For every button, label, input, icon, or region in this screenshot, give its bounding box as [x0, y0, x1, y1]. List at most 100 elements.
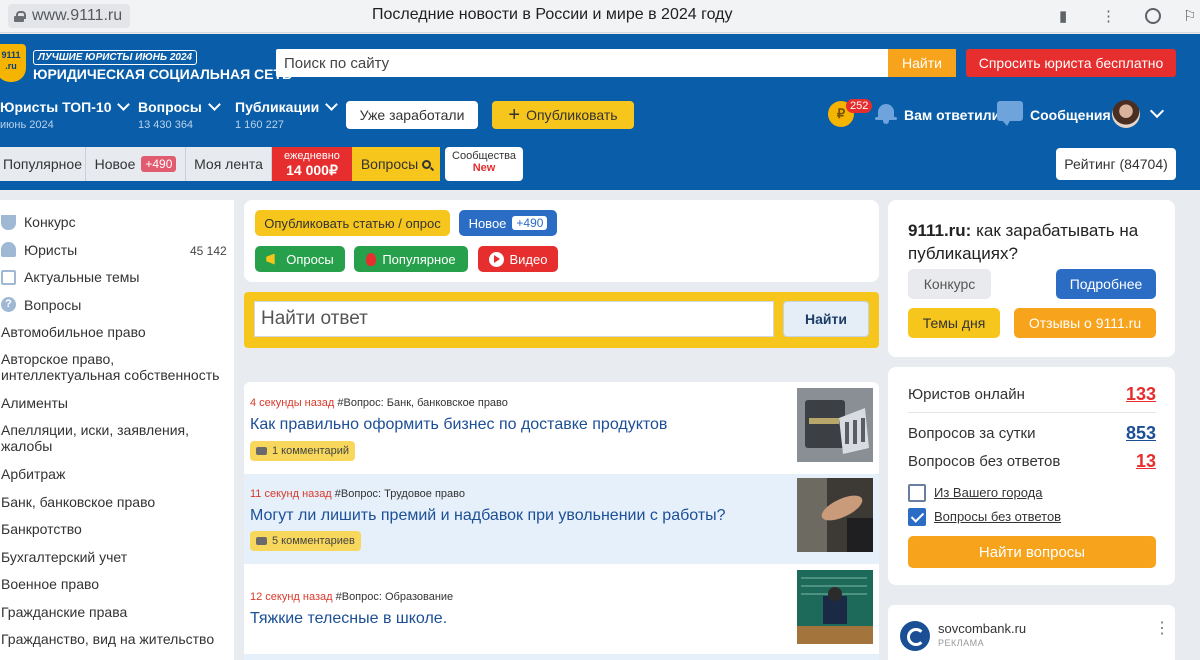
unanswered-checkbox[interactable]	[908, 508, 926, 526]
document-icon	[1, 270, 16, 285]
list-item[interactable]: 4 секунды назад #Вопрос: Банк, банковско…	[244, 382, 879, 472]
item-title[interactable]: Могут ли лишить премий и надбавок при ув…	[250, 507, 726, 525]
play-icon	[488, 251, 504, 267]
nav-lawyers-label: Юристы ТОП-10	[0, 99, 112, 115]
new-chip[interactable]: Новое +490	[459, 210, 557, 236]
messages-link[interactable]: Сообщения	[1030, 107, 1111, 123]
sidebar-item-topics[interactable]: Актуальные темы	[24, 269, 139, 285]
publish-button[interactable]: + Опубликовать	[492, 101, 634, 129]
sidebar-category[interactable]: Авторское право, интеллектуальная собств…	[1, 351, 219, 383]
sidebar-category[interactable]: Бухгалтерский учет	[1, 549, 127, 565]
topics-button[interactable]: Темы дня	[908, 308, 1000, 338]
more-button[interactable]: Подробнее	[1056, 269, 1156, 299]
video-label: Видео	[509, 251, 548, 267]
sidebar-category[interactable]: Арбитраж	[1, 466, 65, 482]
comments-badge[interactable]: 5 комментариев	[250, 531, 361, 551]
message-icon[interactable]	[997, 101, 1023, 126]
menu-dots-icon[interactable]: ⋮	[1101, 7, 1116, 25]
item-tag[interactable]: #Вопрос: Образование	[336, 591, 454, 603]
polls-label: Опросы	[286, 251, 334, 267]
new-chip-badge: +490	[512, 216, 548, 230]
daily-label: ежедневно	[284, 150, 340, 162]
comment-icon	[256, 447, 267, 455]
sidebar-item-contest[interactable]: Конкурс	[24, 214, 76, 230]
tab-communities[interactable]: Сообщества New	[445, 147, 523, 181]
sidebar-item-lawyers[interactable]: Юристы	[24, 242, 77, 258]
answer-search-button[interactable]: Найти	[783, 301, 869, 337]
rating-button[interactable]: Рейтинг (84704)	[1056, 148, 1176, 180]
ad-name[interactable]: sovcombank.ru	[938, 621, 1026, 636]
search-button[interactable]: Найти	[888, 49, 956, 77]
nav-publications-label: Публикации	[235, 99, 320, 115]
item-thumbnail[interactable]	[797, 570, 873, 644]
item-tag[interactable]: #Вопрос: Банк, банковское право	[337, 397, 507, 409]
tab-new[interactable]: Новое +490	[86, 147, 186, 181]
sidebar-item-questions[interactable]: Вопросы	[24, 297, 81, 313]
page-title: Последние новости в России и мире в 2024…	[372, 6, 733, 23]
earned-button[interactable]: Уже заработали	[346, 101, 478, 129]
sidebar-category[interactable]: Автомобильное право	[1, 324, 146, 340]
tab-questions[interactable]: Вопросы	[352, 147, 440, 181]
item-thumbnail[interactable]	[797, 388, 873, 462]
lawyers-count: 45 142	[190, 244, 227, 258]
city-filter-label[interactable]: Из Вашего города	[934, 485, 1042, 500]
tab-daily-prize[interactable]: ежедневно 14 000₽	[272, 147, 352, 181]
bell-icon[interactable]	[875, 102, 897, 124]
find-questions-button[interactable]: Найти вопросы	[908, 536, 1156, 568]
nav-questions-count: 13 430 364	[138, 119, 194, 131]
tab-new-label: Новое	[94, 156, 136, 172]
item-title[interactable]: Как правильно оформить бизнес по доставк…	[250, 416, 667, 434]
answer-search-input[interactable]: Найти ответ	[254, 301, 774, 337]
item-meta: 4 секунды назад #Вопрос: Банк, банковско…	[250, 397, 508, 409]
avatar[interactable]	[1112, 100, 1140, 128]
more-options-icon[interactable]: ⋮	[1154, 621, 1170, 637]
puzzle-icon[interactable]: ⚐	[1183, 7, 1196, 25]
sidebar-category[interactable]: Военное право	[1, 576, 99, 592]
tab-my-feed[interactable]: Моя лента	[186, 147, 272, 181]
sidebar-category[interactable]: Гражданство, вид на жительство	[1, 631, 214, 647]
ad-card[interactable]: sovcombank.ru РЕКЛАМА ⋮	[888, 605, 1175, 660]
nav-lawyers[interactable]: Юристы ТОП-10 июнь 2024	[0, 98, 131, 131]
logo-icon[interactable]: 9111 .ru	[0, 44, 26, 82]
online-label: Юристов онлайн	[908, 386, 1025, 403]
unanswered-filter-label[interactable]: Вопросы без ответов	[934, 509, 1061, 524]
browser-bar: www.9111.ru Последние новости в России и…	[0, 0, 1200, 33]
publish-label: Опубликовать	[526, 107, 618, 123]
search-input[interactable]: Поиск по сайту	[276, 49, 888, 77]
answered-link[interactable]: Вам ответили	[904, 107, 1000, 123]
item-thumbnail[interactable]	[797, 478, 873, 552]
chevron-down-icon	[207, 98, 221, 111]
ask-lawyer-button[interactable]: Спросить юриста бесплатно	[966, 49, 1176, 77]
video-chip[interactable]: Видео	[478, 246, 558, 272]
sidebar-category[interactable]: Банкротство	[1, 521, 82, 537]
chevron-down-icon	[117, 98, 131, 111]
item-tag[interactable]: #Вопрос: Трудовое право	[335, 488, 465, 500]
unanswered-value[interactable]: 13	[1136, 451, 1156, 472]
polls-chip[interactable]: Опросы	[255, 246, 345, 272]
sidebar-category[interactable]: Гражданские права	[1, 604, 127, 620]
sidebar-category[interactable]: Банк, банковское право	[1, 494, 155, 510]
sidebar-category[interactable]: Алименты	[1, 395, 68, 411]
city-checkbox[interactable]	[908, 484, 926, 502]
sidebar-category[interactable]: Апелляции, иски, заявления, жалобы	[1, 422, 189, 454]
reviews-button[interactable]: Отзывы о 9111.ru	[1014, 308, 1156, 338]
bookmark-icon[interactable]: ▮	[1059, 7, 1067, 25]
day-value[interactable]: 853	[1126, 423, 1156, 444]
online-value[interactable]: 133	[1126, 384, 1156, 405]
comments-badge[interactable]: 1 комментарий	[250, 441, 355, 461]
list-item[interactable]: 11 секунд назад #Вопрос: Трудовое право …	[244, 474, 879, 564]
popular-chip[interactable]: Популярное	[354, 246, 468, 272]
nav-publications[interactable]: Публикации 1 160 227	[235, 98, 339, 131]
contest-button[interactable]: Конкурс	[908, 269, 991, 299]
nav-questions[interactable]: Вопросы 13 430 364	[138, 98, 221, 131]
item-title[interactable]: Тяжкие телесные в школе.	[250, 610, 447, 628]
search-icon	[422, 159, 432, 169]
address-bar[interactable]: www.9111.ru	[8, 4, 131, 28]
list-item	[244, 654, 879, 660]
list-item[interactable]: 12 секунд назад #Вопрос: Образование Тяж…	[244, 564, 879, 654]
extension-icon[interactable]	[1145, 8, 1161, 24]
publish-article-button[interactable]: Опубликовать статью / опрос	[255, 210, 450, 236]
tab-popular[interactable]: Популярное	[0, 147, 86, 181]
daily-amount: 14 000₽	[286, 162, 338, 178]
site-name[interactable]: ЮРИДИЧЕСКАЯ СОЦИАЛЬНАЯ СЕТЬ	[33, 66, 292, 82]
